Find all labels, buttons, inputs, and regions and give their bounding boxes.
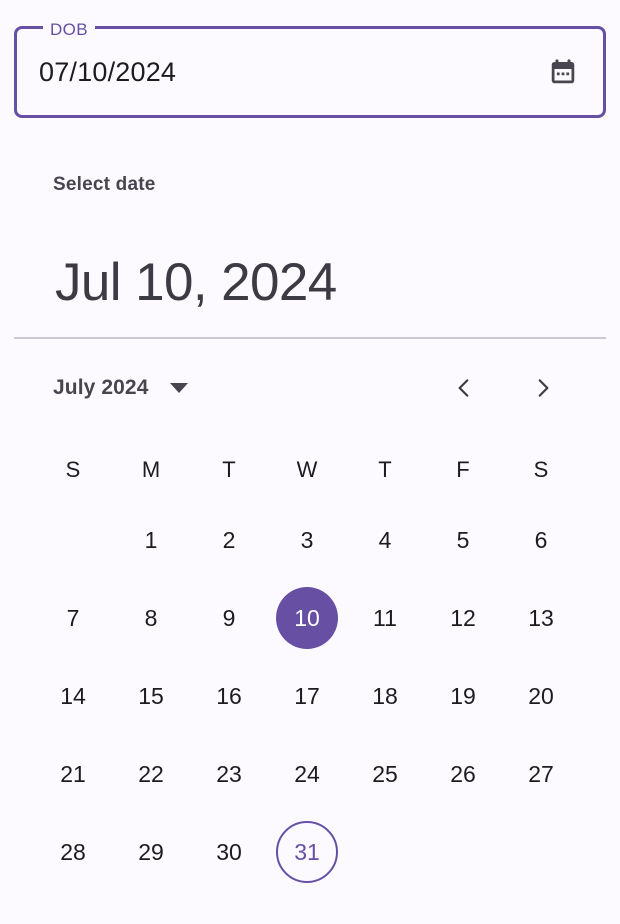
day-cell: 19 bbox=[424, 657, 502, 735]
day-1[interactable]: 1 bbox=[120, 509, 182, 571]
day-cell: 30 bbox=[190, 813, 268, 891]
chevron-down-icon bbox=[170, 383, 188, 393]
day-empty bbox=[354, 821, 416, 883]
day-cell: 8 bbox=[112, 579, 190, 657]
day-2[interactable]: 2 bbox=[198, 509, 260, 571]
calendar-icon bbox=[548, 57, 578, 87]
day-23[interactable]: 23 bbox=[198, 743, 260, 805]
calendar-icon-button[interactable] bbox=[541, 50, 585, 94]
day-5[interactable]: 5 bbox=[432, 509, 494, 571]
previous-month-button[interactable] bbox=[442, 366, 486, 410]
day-cell: 24 bbox=[268, 735, 346, 813]
day-cell: 11 bbox=[346, 579, 424, 657]
day-cell: 27 bbox=[502, 735, 580, 813]
weekday-header: M bbox=[112, 439, 190, 501]
day-4[interactable]: 4 bbox=[354, 509, 416, 571]
day-19[interactable]: 19 bbox=[432, 665, 494, 727]
day-cell: 22 bbox=[112, 735, 190, 813]
day-9[interactable]: 9 bbox=[198, 587, 260, 649]
day-14[interactable]: 14 bbox=[42, 665, 104, 727]
day-8[interactable]: 8 bbox=[120, 587, 182, 649]
day-cell: 29 bbox=[112, 813, 190, 891]
weekday-header: W bbox=[268, 439, 346, 501]
day-28[interactable]: 28 bbox=[42, 821, 104, 883]
day-17[interactable]: 17 bbox=[276, 665, 338, 727]
day-27[interactable]: 27 bbox=[510, 743, 572, 805]
day-cell: 28 bbox=[34, 813, 112, 891]
day-empty bbox=[42, 509, 104, 571]
day-cell: 25 bbox=[346, 735, 424, 813]
day-cell: 18 bbox=[346, 657, 424, 735]
calendar-grid: SMTWTFS123456789101112131415161718192021… bbox=[34, 439, 580, 891]
day-3[interactable]: 3 bbox=[276, 509, 338, 571]
day-cell: 4 bbox=[346, 501, 424, 579]
day-18[interactable]: 18 bbox=[354, 665, 416, 727]
chevron-right-icon bbox=[530, 375, 556, 401]
day-cell: 26 bbox=[424, 735, 502, 813]
day-26[interactable]: 26 bbox=[432, 743, 494, 805]
day-cell: 23 bbox=[190, 735, 268, 813]
dob-text-field[interactable]: DOB 07/10/2024 bbox=[14, 26, 606, 118]
weekday-header: T bbox=[346, 439, 424, 501]
day-25[interactable]: 25 bbox=[354, 743, 416, 805]
day-cell: 12 bbox=[424, 579, 502, 657]
day-cell: 1 bbox=[112, 501, 190, 579]
day-cell: 9 bbox=[190, 579, 268, 657]
day-7[interactable]: 7 bbox=[42, 587, 104, 649]
day-13[interactable]: 13 bbox=[510, 587, 572, 649]
day-30[interactable]: 30 bbox=[198, 821, 260, 883]
day-29[interactable]: 29 bbox=[120, 821, 182, 883]
day-15[interactable]: 15 bbox=[120, 665, 182, 727]
day-cell-empty bbox=[34, 501, 112, 579]
day-cell: 6 bbox=[502, 501, 580, 579]
day-16[interactable]: 16 bbox=[198, 665, 260, 727]
day-6[interactable]: 6 bbox=[510, 509, 572, 571]
day-cell: 13 bbox=[502, 579, 580, 657]
picker-headline: Jul 10, 2024 bbox=[55, 256, 337, 309]
weekday-header: S bbox=[502, 439, 580, 501]
day-20[interactable]: 20 bbox=[510, 665, 572, 727]
day-cell-empty bbox=[346, 813, 424, 891]
dob-input-value[interactable]: 07/10/2024 bbox=[39, 29, 176, 115]
day-cell: 3 bbox=[268, 501, 346, 579]
day-11[interactable]: 11 bbox=[354, 587, 416, 649]
weekday-header: F bbox=[424, 439, 502, 501]
day-cell-empty bbox=[502, 813, 580, 891]
day-cell: 10 bbox=[268, 579, 346, 657]
dob-field-region: DOB 07/10/2024 bbox=[0, 0, 620, 122]
weekday-header: T bbox=[190, 439, 268, 501]
day-cell: 17 bbox=[268, 657, 346, 735]
day-cell: 7 bbox=[34, 579, 112, 657]
month-year-select-button[interactable]: July 2024 bbox=[53, 360, 188, 416]
next-month-button[interactable] bbox=[521, 366, 565, 410]
day-cell-empty bbox=[424, 813, 502, 891]
day-cell: 15 bbox=[112, 657, 190, 735]
weekday-header: S bbox=[34, 439, 112, 501]
day-31[interactable]: 31 bbox=[276, 821, 338, 883]
picker-divider bbox=[14, 337, 606, 339]
day-cell: 14 bbox=[34, 657, 112, 735]
date-picker-screen: DOB 07/10/2024 Select date Jul 10, 2024 bbox=[0, 0, 620, 924]
picker-supporting-text: Select date bbox=[53, 174, 156, 196]
day-cell: 5 bbox=[424, 501, 502, 579]
day-cell: 16 bbox=[190, 657, 268, 735]
day-cell: 21 bbox=[34, 735, 112, 813]
chevron-left-icon bbox=[451, 375, 477, 401]
day-empty bbox=[510, 821, 572, 883]
day-cell: 31 bbox=[268, 813, 346, 891]
day-cell: 20 bbox=[502, 657, 580, 735]
month-navigation-row: July 2024 bbox=[0, 360, 620, 416]
day-24[interactable]: 24 bbox=[276, 743, 338, 805]
day-empty bbox=[432, 821, 494, 883]
day-10[interactable]: 10 bbox=[276, 587, 338, 649]
month-year-label: July 2024 bbox=[53, 376, 148, 400]
day-22[interactable]: 22 bbox=[120, 743, 182, 805]
day-12[interactable]: 12 bbox=[432, 587, 494, 649]
day-cell: 2 bbox=[190, 501, 268, 579]
day-21[interactable]: 21 bbox=[42, 743, 104, 805]
